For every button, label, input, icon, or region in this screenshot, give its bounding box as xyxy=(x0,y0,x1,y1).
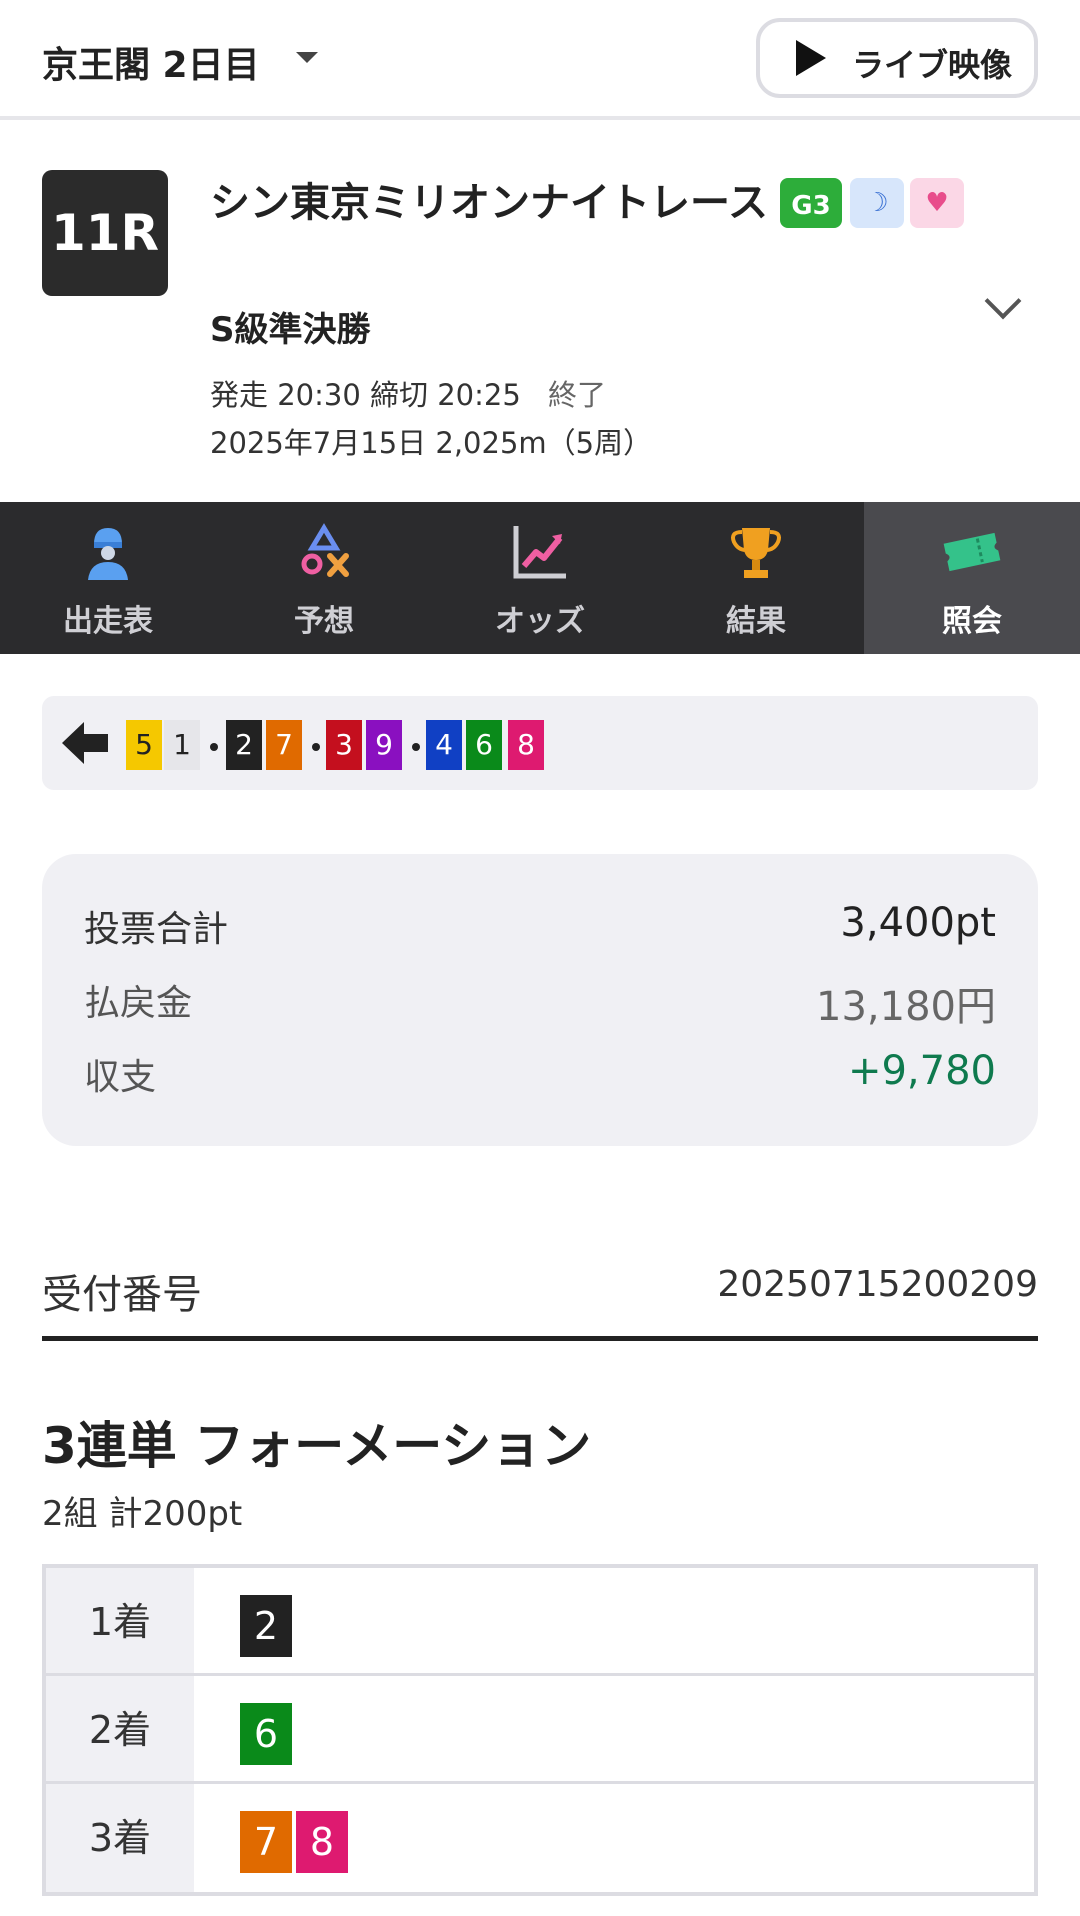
live-video-button[interactable]: ライブ映像 xyxy=(756,18,1038,98)
betting-summary-card: 投票合計 3,400pt 払戻金 13,180円 収支 +9,780 xyxy=(42,854,1038,1146)
close-time: 締切 20:25 xyxy=(370,378,521,412)
finish-position: 3着 xyxy=(46,1784,194,1892)
balance-row: 収支 +9,780 xyxy=(84,1048,996,1098)
bike-number-chip: 7 xyxy=(240,1811,292,1873)
night-race-icon: ☽ xyxy=(850,178,904,228)
separator-dot xyxy=(412,743,420,751)
tab-bar: 出走表 予想 オッズ 結果 照会 xyxy=(0,502,1080,654)
balance-label: 収支 xyxy=(84,1057,157,1098)
bike-number-chip: 3 xyxy=(326,720,362,770)
separator-dot xyxy=(210,743,218,751)
finish-position: 1着 xyxy=(46,1568,194,1673)
receipt-label: 受付番号 xyxy=(42,1272,202,1318)
start-time: 発走 20:30 xyxy=(210,378,361,412)
live-video-label: ライブ映像 xyxy=(852,46,1013,84)
total-votes-label: 投票合計 xyxy=(84,909,229,950)
tab-inquiry[interactable]: 照会 xyxy=(864,502,1080,654)
tab-entries[interactable]: 出走表 xyxy=(0,502,216,654)
bet-type-title: 3連単 フォーメーション xyxy=(42,1417,592,1475)
race-number: 11R xyxy=(42,170,168,296)
race-class: S級準決勝 xyxy=(210,310,371,350)
bike-number-chip: 4 xyxy=(426,720,462,770)
race-date-distance: 2025年7月15日 2,025m（5周） xyxy=(210,426,653,460)
table-row: 1着 2 xyxy=(46,1568,1034,1676)
receipt-number: 20250715200209 xyxy=(717,1264,1038,1305)
play-icon xyxy=(796,40,826,76)
divider xyxy=(42,1336,1038,1341)
bike-number-chip: 8 xyxy=(508,720,544,770)
payout-label: 払戻金 xyxy=(84,983,193,1024)
bet-combination-bar: 5 1 2 7 3 9 4 6 8 xyxy=(42,696,1038,790)
tab-label: 予想 xyxy=(294,604,354,639)
payout-row: 払戻金 13,180円 xyxy=(84,974,996,1030)
ticket-icon xyxy=(943,532,1001,572)
bet-subtitle: 2組 計200pt xyxy=(42,1494,243,1534)
caret-down-icon[interactable] xyxy=(296,52,318,63)
separator-dot xyxy=(312,743,320,751)
total-votes-value: 3,400pt xyxy=(840,900,996,946)
formation-table: 1着 2 2着 6 3着 7 8 xyxy=(42,1564,1038,1896)
arrow-left-icon[interactable] xyxy=(62,722,108,764)
rider-icon xyxy=(88,528,128,580)
grade-badge: G3 xyxy=(780,178,842,228)
top-bar: 京王閣 2日目 ライブ映像 xyxy=(0,0,1080,120)
chevron-down-icon[interactable] xyxy=(984,282,1022,320)
total-votes-row: 投票合計 3,400pt xyxy=(84,900,996,950)
tab-label: 照会 xyxy=(942,604,1002,639)
tab-label: 出走表 xyxy=(63,604,153,639)
tab-results[interactable]: 結果 xyxy=(648,502,864,654)
bike-number-chip: 6 xyxy=(466,720,502,770)
table-row: 2着 6 xyxy=(46,1676,1034,1784)
prediction-icon xyxy=(301,523,349,577)
payout-value: 13,180円 xyxy=(816,984,996,1030)
bike-number-chip: 8 xyxy=(296,1811,348,1873)
race-status: 終了 xyxy=(548,378,607,412)
bike-number-chip: 5 xyxy=(126,720,162,770)
race-times: 発走 20:30 締切 20:25 終了 xyxy=(210,372,606,414)
bike-number-chip: 9 xyxy=(366,720,402,770)
tab-label: 結果 xyxy=(726,604,786,639)
table-row: 3着 7 8 xyxy=(46,1784,1034,1892)
balance-value: +9,780 xyxy=(847,1048,996,1094)
tab-label: オッズ xyxy=(495,604,585,639)
finish-position: 2着 xyxy=(46,1676,194,1781)
tab-prediction[interactable]: 予想 xyxy=(216,502,432,654)
race-name: シン東京ミリオンナイトレース xyxy=(210,180,768,226)
venue-selector[interactable]: 京王閣 2日目 xyxy=(42,36,260,88)
favorite-heart-icon[interactable]: ♥ xyxy=(910,178,964,228)
bike-number-chip: 6 xyxy=(240,1703,292,1765)
bike-number-chip: 1 xyxy=(164,720,200,770)
trophy-icon xyxy=(731,528,781,578)
tab-odds[interactable]: オッズ xyxy=(432,502,648,654)
bike-number-chip: 2 xyxy=(240,1595,292,1657)
odds-chart-icon xyxy=(513,526,566,579)
bike-number-chip: 7 xyxy=(266,720,302,770)
bike-number-chip: 2 xyxy=(226,720,262,770)
